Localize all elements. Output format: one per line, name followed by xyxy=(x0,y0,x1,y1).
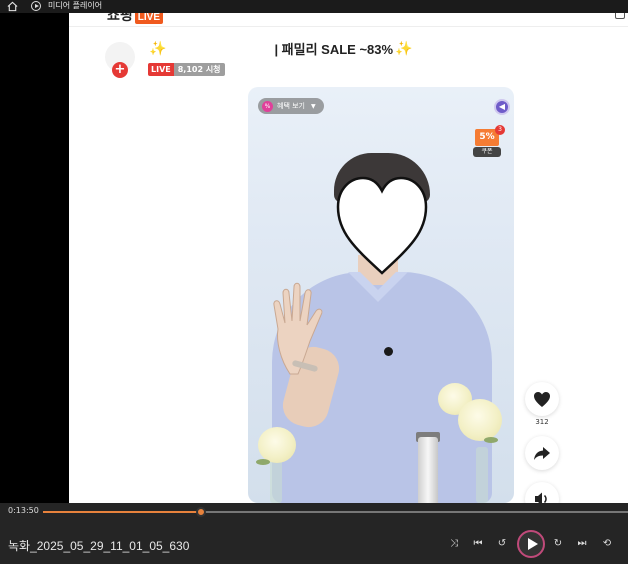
collapse-chevron-icon[interactable]: ◀ xyxy=(494,99,510,115)
left-vase xyxy=(270,457,282,503)
benefit-view-button[interactable]: % 혜택 보기 ▼ xyxy=(258,98,324,114)
repeat-off-icon[interactable]: ⟲ xyxy=(600,537,614,551)
like-button[interactable] xyxy=(525,382,559,416)
right-vase xyxy=(476,447,488,503)
coupon-count-badge: 3 xyxy=(495,125,505,135)
header-divider xyxy=(69,26,628,27)
benefit-label: 혜택 보기 xyxy=(277,102,305,110)
forward-30-icon[interactable]: ↻ xyxy=(551,537,565,551)
leaf xyxy=(256,459,270,465)
rewind-10-icon[interactable]: ↺ xyxy=(495,537,509,551)
viewer-count: 8,102 시청 xyxy=(173,63,225,76)
right-flower xyxy=(458,399,502,441)
volume-button[interactable] xyxy=(525,482,559,503)
share-button[interactable] xyxy=(525,436,559,470)
play-button[interactable] xyxy=(517,530,545,558)
app-window: 미디어 플레이어 쇼핑 LIVE + ✨ | 패밀리 SALE ~83% ✨ LI… xyxy=(0,0,628,564)
media-player-controls: 0:13:50 녹화_2025_05_29_11_01_05_630 ⤨ ⏮ ↺… xyxy=(0,503,628,564)
lapel-mic xyxy=(384,347,393,356)
stream-title: | 패밀리 SALE ~83% xyxy=(274,41,394,57)
shuffle-icon[interactable]: ⤨ xyxy=(447,537,461,551)
redacted-title-part xyxy=(168,40,273,56)
menu-icon[interactable] xyxy=(615,13,625,19)
next-icon[interactable]: ⏭ xyxy=(575,537,589,551)
seek-thumb[interactable] xyxy=(195,507,206,517)
left-flower xyxy=(258,427,296,463)
percent-icon: % xyxy=(262,100,273,112)
leaf xyxy=(484,437,498,443)
file-name: 녹화_2025_05_29_11_01_05_630 xyxy=(8,539,190,553)
live-badge: LIVE xyxy=(148,63,174,76)
current-time: 0:13:50 xyxy=(8,506,39,515)
window-title: 미디어 플레이어 xyxy=(48,1,103,10)
cosmetic-tube xyxy=(418,437,438,503)
left-black-strip xyxy=(0,13,69,503)
logo-text: 쇼핑 xyxy=(107,13,133,23)
live-video[interactable]: % 혜택 보기 ▼ ◀ 5% 3 쿠폰 xyxy=(248,87,514,503)
seek-bar-progress xyxy=(43,511,201,513)
coupon-label: 쿠폰 xyxy=(473,147,501,157)
logo-live-badge: LIVE xyxy=(134,13,163,24)
like-count: 312 xyxy=(535,418,549,426)
stream-title-row: ✨ | 패밀리 SALE ~83% ✨ xyxy=(149,38,413,58)
title-bar: 미디어 플레이어 xyxy=(0,0,628,13)
chevron-down-icon: ▼ xyxy=(311,102,316,110)
live-status: LIVE 8,102 시청 xyxy=(148,63,225,76)
media-player-icon xyxy=(31,1,41,11)
shopping-live-logo[interactable]: 쇼핑 LIVE xyxy=(107,13,163,24)
share-arrow-icon xyxy=(534,447,550,460)
heart-icon xyxy=(534,392,550,407)
home-icon[interactable] xyxy=(7,1,18,12)
speaker-icon xyxy=(535,492,547,503)
previous-icon[interactable]: ⏮ xyxy=(471,537,485,551)
live-page: 쇼핑 LIVE + ✨ | 패밀리 SALE ~83% ✨ LIVE 8,102 … xyxy=(69,13,628,503)
seek-bar[interactable] xyxy=(43,507,628,517)
follow-button[interactable]: + xyxy=(112,62,128,78)
face-cover-heart xyxy=(336,176,428,275)
sparkle-icon: ✨ xyxy=(149,39,167,56)
sparkle-icon: ✨ xyxy=(395,39,413,56)
